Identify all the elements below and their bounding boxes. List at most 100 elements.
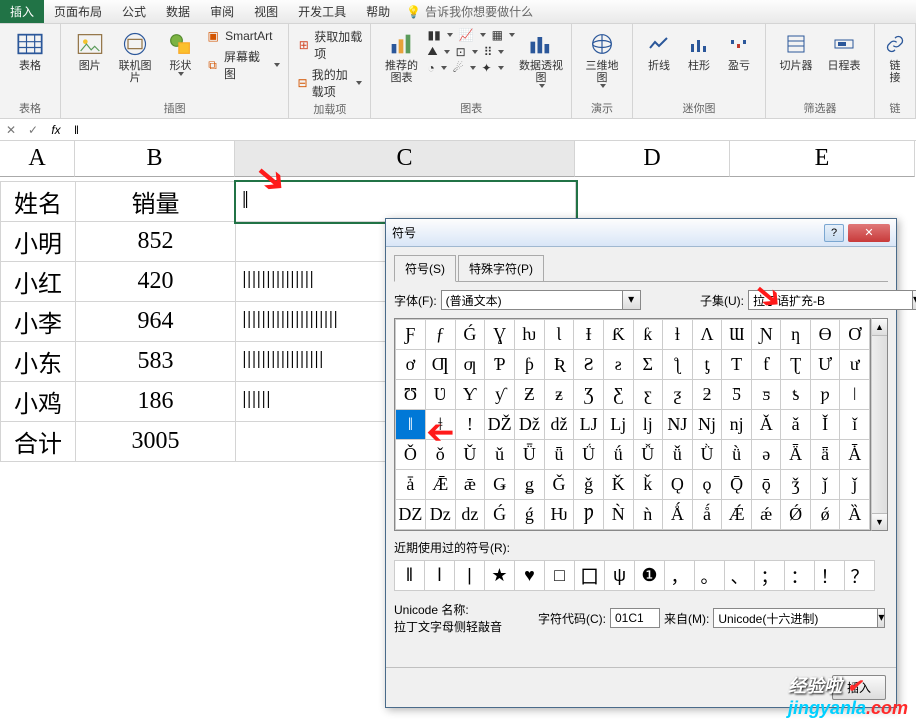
symbol-cell[interactable]: ƒ — [425, 320, 455, 350]
symbol-cell[interactable]: ǻ — [692, 500, 722, 530]
symbol-cell[interactable]: ơ — [396, 350, 426, 380]
chart-treemap-icon[interactable]: ▦ — [492, 28, 515, 42]
symbol-cell[interactable]: ƙ — [633, 320, 662, 350]
symbol-cell[interactable]: ǌ — [722, 410, 752, 440]
symbol-cell[interactable]: Ǐ — [810, 410, 840, 440]
scroll-up-icon[interactable]: ▲ — [872, 319, 887, 336]
symbol-cell[interactable]: ǧ — [574, 470, 604, 500]
cell[interactable]: 3005 — [76, 422, 236, 462]
recent-symbol-cell[interactable]: ： — [785, 561, 815, 591]
symbol-cell[interactable]: Ǿ — [781, 500, 810, 530]
symbol-cell[interactable]: ƭ — [751, 350, 780, 380]
cell[interactable]: 小红 — [1, 262, 76, 302]
symbol-cell[interactable]: ǃ — [455, 410, 485, 440]
screenshot-button[interactable]: ⧉屏幕截图 — [205, 48, 280, 82]
symbol-cell[interactable]: Ƹ — [603, 380, 633, 410]
cell[interactable]: 186 — [76, 382, 236, 422]
symbol-cell[interactable]: ƽ — [751, 380, 780, 410]
confirm-icon[interactable]: ✓ — [22, 123, 44, 137]
symbol-cell[interactable]: Ʈ — [781, 350, 810, 380]
symbol-cell[interactable]: ǔ — [485, 440, 515, 470]
symbol-cell[interactable]: ǉ — [633, 410, 662, 440]
symbol-cell[interactable]: ǯ — [781, 470, 810, 500]
symbol-cell[interactable]: ǣ — [455, 470, 485, 500]
sparkline-winloss-button[interactable]: 盈亏 — [721, 28, 757, 72]
scrollbar[interactable]: ▲ ▼ — [871, 318, 888, 531]
recent-symbol-cell[interactable]: 囗 — [575, 561, 605, 591]
symbol-cell[interactable]: Ƽ — [722, 380, 752, 410]
symbol-cell[interactable]: Ɲ — [751, 320, 780, 350]
subset-combo[interactable]: ▾ — [748, 290, 888, 310]
cell[interactable]: 小鸡 — [1, 382, 76, 422]
symbol-cell[interactable]: Ɣ — [485, 320, 515, 350]
chart-pie-icon[interactable]: ◔ — [427, 61, 446, 75]
symbol-cell[interactable]: ǐ — [840, 410, 870, 440]
symbol-cell[interactable]: Ǖ — [515, 440, 545, 470]
symbol-cell[interactable]: ƴ — [485, 380, 515, 410]
tab-formulas[interactable]: 公式 — [112, 0, 156, 23]
symbol-cell[interactable]: Ǎ — [751, 410, 780, 440]
symbol-cell[interactable]: Ǉ — [574, 410, 604, 440]
symbol-cell[interactable]: Ƭ — [722, 350, 752, 380]
chart-radar-icon[interactable]: ✦ — [482, 61, 504, 75]
symbol-cell[interactable]: ƨ — [603, 350, 633, 380]
symbol-cell[interactable]: Ȁ — [840, 500, 870, 530]
pivot-chart-button[interactable]: 数据透视图 — [519, 28, 563, 88]
col-header-B[interactable]: B — [75, 141, 235, 177]
symbol-cell[interactable]: Ǡ — [840, 440, 870, 470]
symbol-cell[interactable]: Ơ — [840, 320, 870, 350]
symbol-cell[interactable]: ǟ — [810, 440, 840, 470]
symbol-cell[interactable]: Ǻ — [663, 500, 693, 530]
symbol-cell[interactable]: ǰ — [840, 470, 870, 500]
my-addins-button[interactable]: ⊟我的加载项 — [297, 66, 362, 100]
sparkline-line-button[interactable]: 折线 — [641, 28, 677, 72]
get-addins-button[interactable]: ⊞获取加载项 — [297, 28, 362, 62]
timeline-button[interactable]: 日程表 — [822, 28, 866, 72]
chart-bar-icon[interactable]: ▮▮ — [427, 28, 452, 42]
symbol-cell[interactable]: Ƣ — [425, 350, 455, 380]
symbol-cell[interactable]: ǰ — [810, 470, 840, 500]
recent-symbol-cell[interactable]: ❶ — [635, 561, 665, 591]
symbol-cell[interactable]: Ʌ — [692, 320, 722, 350]
recent-symbol-cell[interactable]: ψ — [605, 561, 635, 591]
symbol-cell[interactable]: Ǩ — [603, 470, 633, 500]
recent-symbol-cell[interactable]: ǁ — [395, 561, 425, 591]
recent-symbol-cell[interactable]: 。 — [695, 561, 725, 591]
symbol-cell[interactable]: Ɵ — [810, 320, 840, 350]
symbol-cell[interactable]: ǳ — [455, 500, 485, 530]
cell[interactable]: 964 — [76, 302, 236, 342]
symbol-cell[interactable]: ǥ — [515, 470, 545, 500]
symbol-cell[interactable]: Ʊ — [396, 380, 426, 410]
close-button[interactable]: ✕ — [848, 224, 890, 242]
chart-scatter-icon[interactable]: ⠿ — [484, 44, 505, 59]
symbol-cell[interactable]: Ǣ — [425, 470, 455, 500]
symbol-cell[interactable]: ƻ — [692, 380, 722, 410]
symbol-cell[interactable]: ƫ — [692, 350, 722, 380]
symbol-cell[interactable]: ƣ — [455, 350, 485, 380]
col-header-C[interactable]: C — [235, 141, 575, 177]
cell[interactable]: 合计 — [1, 422, 76, 462]
symbol-cell[interactable]: ǁ — [396, 410, 426, 440]
symbol-cell[interactable]: ǜ — [722, 440, 752, 470]
from-combo[interactable]: ▾ — [713, 608, 863, 628]
symbol-cell[interactable]: ǲ — [425, 500, 455, 530]
symbol-cell[interactable]: Ǜ — [692, 440, 722, 470]
cell[interactable]: 小李 — [1, 302, 76, 342]
symbol-cell[interactable]: Ǧ — [544, 470, 574, 500]
symbol-cell[interactable]: Ɨ — [574, 320, 604, 350]
fx-icon[interactable]: fx — [44, 123, 68, 137]
cell[interactable]: 销量 — [76, 182, 236, 222]
dropdown-icon[interactable]: ▾ — [878, 608, 885, 628]
symbol-cell[interactable]: Ǵ — [485, 500, 515, 530]
symbol-cell[interactable]: ǒ — [425, 440, 455, 470]
recommended-charts-button[interactable]: 推荐的 图表 — [379, 28, 423, 84]
symbol-cell[interactable]: Ɯ — [722, 320, 752, 350]
tab-data[interactable]: 数据 — [156, 0, 200, 23]
tab-insert[interactable]: 插入 — [0, 0, 44, 23]
cell[interactable]: ǁ — [236, 182, 576, 222]
symbol-cell[interactable]: ǆ — [544, 410, 574, 440]
symbol-cell[interactable]: Ǭ — [722, 470, 752, 500]
recent-symbol-cell[interactable]: ？ — [845, 561, 875, 591]
symbol-cell[interactable]: Ǌ — [663, 410, 693, 440]
charcode-input[interactable] — [610, 608, 660, 628]
